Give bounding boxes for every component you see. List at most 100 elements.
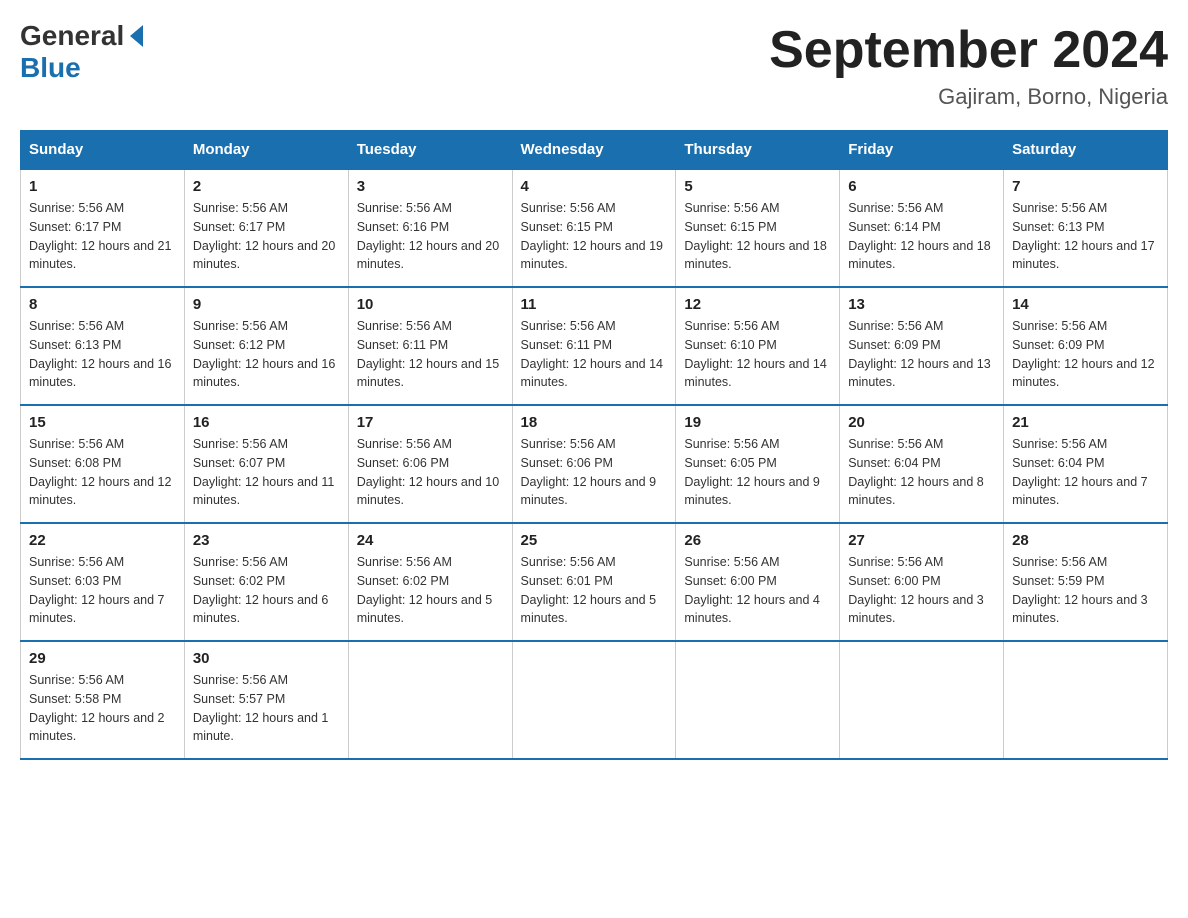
day-info: Sunrise: 5:56 AMSunset: 6:13 PMDaylight:… <box>29 317 176 392</box>
day-number: 7 <box>1012 178 1159 195</box>
title-block: September 2024 Gajiram, Borno, Nigeria <box>769 20 1168 110</box>
table-row: 5 Sunrise: 5:56 AMSunset: 6:15 PMDaylight… <box>676 169 840 287</box>
day-number: 20 <box>848 414 995 431</box>
day-info: Sunrise: 5:56 AMSunset: 6:01 PMDaylight:… <box>521 553 668 628</box>
day-info: Sunrise: 5:56 AMSunset: 6:03 PMDaylight:… <box>29 553 176 628</box>
day-number: 12 <box>684 296 831 313</box>
day-number: 19 <box>684 414 831 431</box>
table-row: 20 Sunrise: 5:56 AMSunset: 6:04 PMDayligh… <box>840 405 1004 523</box>
day-info: Sunrise: 5:56 AMSunset: 5:57 PMDaylight:… <box>193 671 340 746</box>
day-info: Sunrise: 5:56 AMSunset: 6:11 PMDaylight:… <box>357 317 504 392</box>
table-row <box>840 641 1004 759</box>
header-sunday: Sunday <box>21 131 185 170</box>
calendar-table: Sunday Monday Tuesday Wednesday Thursday… <box>20 130 1168 760</box>
header-thursday: Thursday <box>676 131 840 170</box>
day-info: Sunrise: 5:56 AMSunset: 6:04 PMDaylight:… <box>1012 435 1159 510</box>
day-info: Sunrise: 5:56 AMSunset: 5:59 PMDaylight:… <box>1012 553 1159 628</box>
day-info: Sunrise: 5:56 AMSunset: 6:16 PMDaylight:… <box>357 199 504 274</box>
table-row: 18 Sunrise: 5:56 AMSunset: 6:06 PMDayligh… <box>512 405 676 523</box>
header-wednesday: Wednesday <box>512 131 676 170</box>
table-row: 15 Sunrise: 5:56 AMSunset: 6:08 PMDayligh… <box>21 405 185 523</box>
day-number: 11 <box>521 296 668 313</box>
table-row: 4 Sunrise: 5:56 AMSunset: 6:15 PMDaylight… <box>512 169 676 287</box>
day-number: 13 <box>848 296 995 313</box>
weekday-header-row: Sunday Monday Tuesday Wednesday Thursday… <box>21 131 1168 170</box>
day-info: Sunrise: 5:56 AMSunset: 6:15 PMDaylight:… <box>684 199 831 274</box>
table-row: 9 Sunrise: 5:56 AMSunset: 6:12 PMDaylight… <box>184 287 348 405</box>
day-number: 24 <box>357 532 504 549</box>
day-number: 29 <box>29 650 176 667</box>
day-info: Sunrise: 5:56 AMSunset: 6:17 PMDaylight:… <box>29 199 176 274</box>
day-number: 23 <box>193 532 340 549</box>
page-header: General Blue September 2024 Gajiram, Bor… <box>20 20 1168 110</box>
day-number: 4 <box>521 178 668 195</box>
day-info: Sunrise: 5:56 AMSunset: 6:00 PMDaylight:… <box>848 553 995 628</box>
table-row: 1 Sunrise: 5:56 AMSunset: 6:17 PMDaylight… <box>21 169 185 287</box>
day-info: Sunrise: 5:56 AMSunset: 6:09 PMDaylight:… <box>848 317 995 392</box>
table-row: 16Sunrise: 5:56 AMSunset: 6:07 PMDayligh… <box>184 405 348 523</box>
table-row: 30 Sunrise: 5:56 AMSunset: 5:57 PMDayligh… <box>184 641 348 759</box>
logo-general-text: General <box>20 20 124 52</box>
day-number: 15 <box>29 414 176 431</box>
table-row <box>676 641 840 759</box>
table-row: 13 Sunrise: 5:56 AMSunset: 6:09 PMDayligh… <box>840 287 1004 405</box>
day-number: 6 <box>848 178 995 195</box>
table-row <box>1004 641 1168 759</box>
table-row: 28Sunrise: 5:56 AMSunset: 5:59 PMDayligh… <box>1004 523 1168 641</box>
day-info: Sunrise: 5:56 AMSunset: 6:15 PMDaylight:… <box>521 199 668 274</box>
day-number: 17 <box>357 414 504 431</box>
day-info: Sunrise: 5:56 AMSunset: 6:14 PMDaylight:… <box>848 199 995 274</box>
table-row: 3Sunrise: 5:56 AMSunset: 6:16 PMDaylight… <box>348 169 512 287</box>
table-row: 24Sunrise: 5:56 AMSunset: 6:02 PMDayligh… <box>348 523 512 641</box>
table-row: 19 Sunrise: 5:56 AMSunset: 6:05 PMDayligh… <box>676 405 840 523</box>
day-info: Sunrise: 5:56 AMSunset: 6:08 PMDaylight:… <box>29 435 176 510</box>
day-number: 27 <box>848 532 995 549</box>
table-row: 14 Sunrise: 5:56 AMSunset: 6:09 PMDayligh… <box>1004 287 1168 405</box>
table-row: 29 Sunrise: 5:56 AMSunset: 5:58 PMDayligh… <box>21 641 185 759</box>
table-row: 25 Sunrise: 5:56 AMSunset: 6:01 PMDayligh… <box>512 523 676 641</box>
day-info: Sunrise: 5:56 AMSunset: 6:06 PMDaylight:… <box>521 435 668 510</box>
header-friday: Friday <box>840 131 1004 170</box>
table-row: 22 Sunrise: 5:56 AMSunset: 6:03 PMDayligh… <box>21 523 185 641</box>
day-number: 30 <box>193 650 340 667</box>
header-monday: Monday <box>184 131 348 170</box>
table-row: 6 Sunrise: 5:56 AMSunset: 6:14 PMDaylight… <box>840 169 1004 287</box>
day-number: 18 <box>521 414 668 431</box>
day-number: 16 <box>193 414 340 431</box>
day-info: Sunrise: 5:56 AMSunset: 6:10 PMDaylight:… <box>684 317 831 392</box>
table-row: 17Sunrise: 5:56 AMSunset: 6:06 PMDayligh… <box>348 405 512 523</box>
table-row: 11 Sunrise: 5:56 AMSunset: 6:11 PMDayligh… <box>512 287 676 405</box>
day-number: 22 <box>29 532 176 549</box>
day-info: Sunrise: 5:56 AMSunset: 6:09 PMDaylight:… <box>1012 317 1159 392</box>
day-number: 21 <box>1012 414 1159 431</box>
header-saturday: Saturday <box>1004 131 1168 170</box>
day-number: 9 <box>193 296 340 313</box>
day-number: 25 <box>521 532 668 549</box>
logo-blue-text: Blue <box>20 52 81 84</box>
day-info: Sunrise: 5:56 AMSunset: 6:04 PMDaylight:… <box>848 435 995 510</box>
calendar-title: September 2024 <box>769 20 1168 80</box>
day-number: 2 <box>193 178 340 195</box>
calendar-subtitle: Gajiram, Borno, Nigeria <box>769 84 1168 110</box>
day-number: 26 <box>684 532 831 549</box>
day-number: 10 <box>357 296 504 313</box>
table-row: 23 Sunrise: 5:56 AMSunset: 6:02 PMDayligh… <box>184 523 348 641</box>
table-row <box>348 641 512 759</box>
day-number: 5 <box>684 178 831 195</box>
table-row: 27 Sunrise: 5:56 AMSunset: 6:00 PMDayligh… <box>840 523 1004 641</box>
day-number: 14 <box>1012 296 1159 313</box>
table-row: 26Sunrise: 5:56 AMSunset: 6:00 PMDayligh… <box>676 523 840 641</box>
day-info: Sunrise: 5:56 AMSunset: 6:17 PMDaylight:… <box>193 199 340 274</box>
day-info: Sunrise: 5:56 AMSunset: 5:58 PMDaylight:… <box>29 671 176 746</box>
table-row: 12 Sunrise: 5:56 AMSunset: 6:10 PMDayligh… <box>676 287 840 405</box>
day-info: Sunrise: 5:56 AMSunset: 6:11 PMDaylight:… <box>521 317 668 392</box>
day-info: Sunrise: 5:56 AMSunset: 6:12 PMDaylight:… <box>193 317 340 392</box>
table-row: 21 Sunrise: 5:56 AMSunset: 6:04 PMDayligh… <box>1004 405 1168 523</box>
table-row: 10 Sunrise: 5:56 AMSunset: 6:11 PMDayligh… <box>348 287 512 405</box>
day-info: Sunrise: 5:56 AMSunset: 6:05 PMDaylight:… <box>684 435 831 510</box>
day-info: Sunrise: 5:56 AMSunset: 6:02 PMDaylight:… <box>193 553 340 628</box>
table-row <box>512 641 676 759</box>
logo: General Blue <box>20 20 143 84</box>
day-number: 8 <box>29 296 176 313</box>
day-number: 1 <box>29 178 176 195</box>
